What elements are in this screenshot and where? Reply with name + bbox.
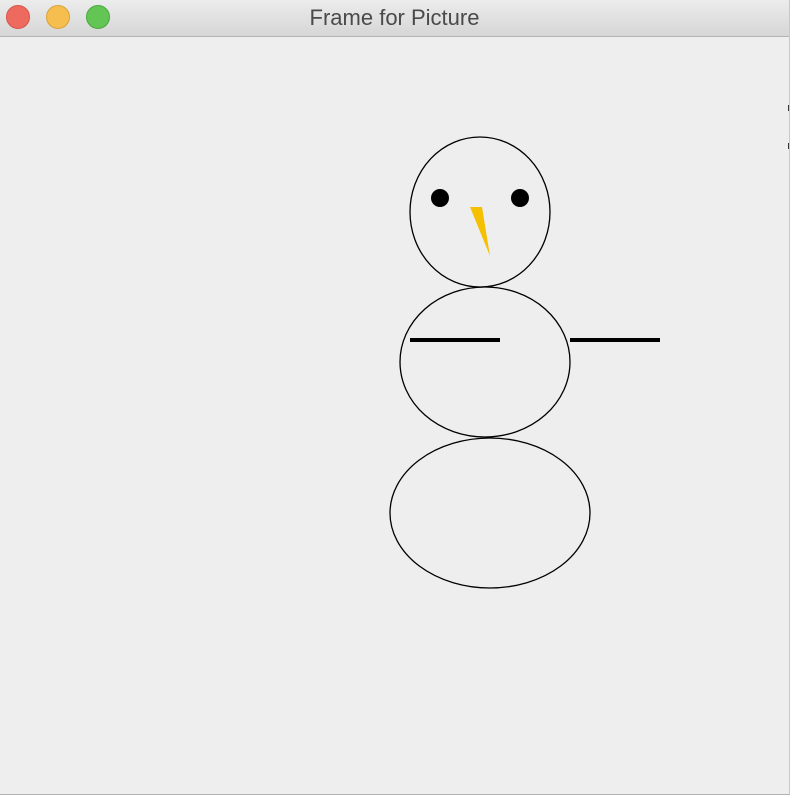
snowman-middle-body xyxy=(399,286,571,438)
window-edge-mark xyxy=(788,143,789,149)
window-edge-mark xyxy=(788,105,789,111)
snowman-bottom-body xyxy=(389,437,591,589)
snowman-left-eye xyxy=(431,189,449,207)
snowman-carrot-nose xyxy=(470,207,490,256)
snowman-drawing-canvas xyxy=(389,136,660,589)
title-bar[interactable]: Frame for Picture xyxy=(0,0,789,37)
window-title: Frame for Picture xyxy=(309,5,480,30)
snowman-right-eye xyxy=(511,189,529,207)
app-window: Frame for Picture xyxy=(0,0,790,795)
